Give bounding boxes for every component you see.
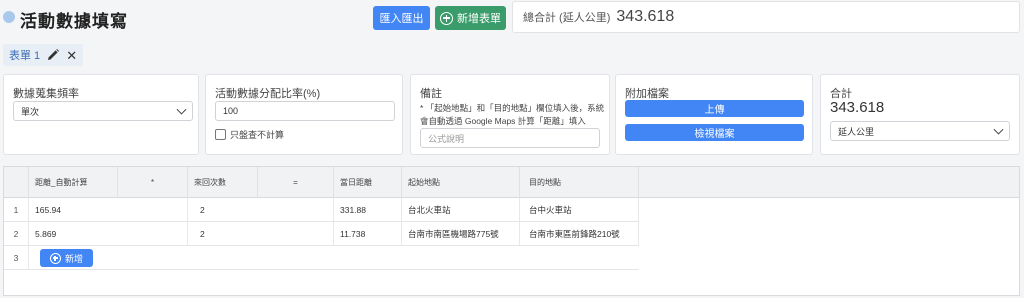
grand-total-label: 總合計 (延人公里): [523, 12, 611, 24]
frequency-value: 單次: [21, 106, 40, 117]
sum-card: 合計 343.618 延人公里: [820, 74, 1020, 155]
title-dot-icon: [3, 11, 15, 23]
row-number-header: [4, 167, 29, 198]
trips-cell[interactable]: 2: [188, 198, 334, 221]
table-row: 1 165.94 2 331.88 台北火車站 台中火車站: [4, 198, 639, 222]
chevron-down-icon: [993, 124, 1004, 135]
column-header[interactable]: 距離_自動計算: [29, 167, 118, 198]
origin-cell[interactable]: 台北火車站: [402, 198, 520, 221]
column-header[interactable]: *: [118, 167, 188, 198]
close-icon[interactable]: ✕: [66, 49, 77, 62]
add-row-button[interactable]: 新增: [40, 249, 93, 267]
view-files-button[interactable]: 檢視檔案: [625, 124, 804, 141]
distance-cell[interactable]: 5.869: [29, 222, 188, 245]
sheet-tab[interactable]: 表單 1 ✕: [3, 44, 84, 66]
row-number: 1: [4, 198, 29, 221]
frequency-label: 數據蒐集頻率: [13, 88, 79, 100]
column-header[interactable]: 當日距離: [334, 167, 402, 198]
remarks-label: 備註: [420, 88, 442, 100]
calc-exclude-label: 只盤查不計算: [230, 130, 285, 140]
frequency-select[interactable]: 單次: [13, 101, 193, 121]
column-header[interactable]: 來回次數: [188, 167, 258, 198]
calc-exclude-option[interactable]: 只盤查不計算: [215, 128, 284, 141]
daily-distance-cell: 11.738: [334, 222, 402, 245]
column-header[interactable]: =: [258, 167, 334, 198]
column-header[interactable]: 目的地點: [520, 167, 639, 198]
plus-circle-icon: [440, 11, 453, 25]
ratio-input[interactable]: 100: [215, 101, 395, 121]
sum-value: 343.618: [830, 99, 885, 116]
upload-button[interactable]: 上傳: [625, 100, 804, 117]
frequency-card: 數據蒐集頻率 單次: [3, 74, 199, 155]
table-row: 2 5.869 2 11.738 台南市南區機場路775號 台南市東區前鋒路21…: [4, 222, 639, 246]
unit-select[interactable]: 延人公里: [830, 121, 1010, 141]
calc-exclude-checkbox[interactable]: [215, 129, 226, 140]
grand-total-box: 總合計 (延人公里) 343.618: [512, 1, 1020, 33]
data-table: 距離_自動計算 * 來回次數 = 當日距離 起始地點 目的地點 1 165.94…: [3, 166, 1020, 296]
sheet-tab-label[interactable]: 表單 1: [9, 47, 40, 63]
destination-cell[interactable]: 台中火車站: [520, 198, 639, 221]
daily-distance-cell: 331.88: [334, 198, 402, 221]
import-export-button[interactable]: 匯入匯出: [373, 6, 430, 30]
ratio-card: 活動數據分配比率(%) 100 只盤查不計算: [205, 74, 403, 155]
grand-total-value: 343.618: [616, 8, 675, 25]
add-row: 3 新增: [4, 246, 639, 270]
formula-description-input[interactable]: 公式說明: [420, 128, 600, 148]
trips-cell[interactable]: 2: [188, 222, 334, 245]
remarks-note: * 「起始地點」和「目的地點」欄位填入後，系統會自動透過 Google Maps…: [420, 103, 605, 126]
chevron-down-icon: [176, 104, 187, 115]
new-sheet-label: 新增表單: [457, 13, 501, 25]
new-sheet-button[interactable]: 新增表單: [435, 6, 506, 30]
attachments-label: 附加檔案: [625, 88, 669, 100]
table-header: 距離_自動計算 * 來回次數 = 當日距離 起始地點 目的地點: [4, 167, 1019, 198]
plus-circle-icon: [49, 252, 61, 264]
attachments-card: 附加檔案 上傳 檢視檔案: [615, 74, 813, 155]
row-number: 2: [4, 222, 29, 245]
unit-value: 延人公里: [838, 126, 875, 137]
pencil-icon[interactable]: [46, 48, 60, 62]
distance-cell[interactable]: 165.94: [29, 198, 188, 221]
remarks-card: 備註 * 「起始地點」和「目的地點」欄位填入後，系統會自動透過 Google M…: [410, 74, 610, 155]
column-header[interactable]: 起始地點: [402, 167, 520, 198]
destination-cell[interactable]: 台南市東區前鋒路210號: [520, 222, 639, 245]
add-row-label: 新增: [64, 253, 83, 264]
row-number: 3: [4, 246, 29, 269]
page-title: 活動數據填寫: [20, 12, 128, 31]
ratio-label: 活動數據分配比率(%): [215, 88, 321, 100]
origin-cell[interactable]: 台南市南區機場路775號: [402, 222, 520, 245]
